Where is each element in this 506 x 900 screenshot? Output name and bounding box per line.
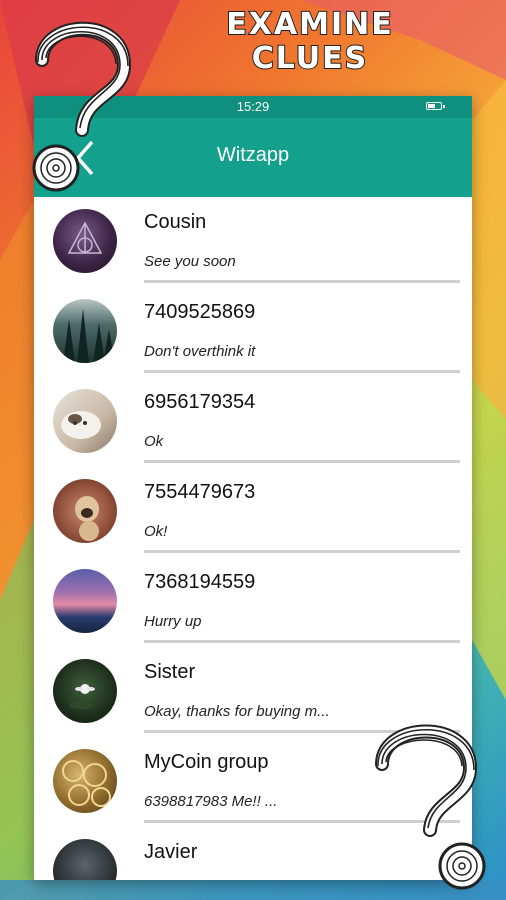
divider — [144, 370, 460, 373]
chat-item-cousin[interactable]: Cousin See you soon — [34, 197, 472, 287]
chat-message: 6398817983 Me!! ... — [144, 793, 278, 810]
chat-message: See you soon — [144, 253, 236, 270]
avatar — [53, 839, 117, 880]
battery-icon — [426, 102, 445, 110]
avatar — [53, 749, 117, 813]
avatar — [53, 659, 117, 723]
divider — [144, 460, 460, 463]
chat-message: Hurry up — [144, 613, 202, 630]
chat-name: 7409525869 — [144, 301, 256, 323]
chat-name: MyCoin group — [144, 751, 269, 773]
headline: EXAMINE CLUES — [190, 7, 430, 77]
chat-message: Okay, thanks for buying m... — [144, 703, 330, 720]
chat-name: 7368194559 — [144, 571, 256, 593]
chat-name: Cousin — [144, 211, 207, 233]
chat-item[interactable]: 7368194559 Hurry up — [34, 557, 472, 647]
divider — [144, 640, 460, 643]
chat-name: 6956179354 — [144, 391, 256, 413]
headline-line-1: EXAMINE — [225, 7, 394, 43]
maze-question-mark-icon — [375, 724, 486, 890]
avatar — [53, 479, 117, 543]
avatar — [53, 299, 117, 363]
headline-line-2: CLUES — [251, 41, 369, 77]
chat-item[interactable]: 6956179354 Ok — [34, 377, 472, 467]
chat-message: Ok — [144, 433, 164, 450]
chat-name: Sister — [144, 661, 196, 683]
avatar — [53, 569, 117, 633]
chat-message: Don't overthink it — [144, 343, 256, 360]
chat-name: Javier — [144, 841, 198, 863]
divider — [144, 280, 460, 283]
chat-item[interactable]: 7554479673 Ok! — [34, 467, 472, 557]
maze-question-mark-icon — [32, 21, 132, 192]
chat-name: 7554479673 — [144, 481, 256, 503]
chat-item[interactable]: 7409525869 Don't overthink it — [34, 287, 472, 377]
chat-message: Ok! — [144, 523, 168, 540]
avatar — [53, 389, 117, 453]
avatar — [53, 209, 117, 273]
divider — [144, 550, 460, 553]
